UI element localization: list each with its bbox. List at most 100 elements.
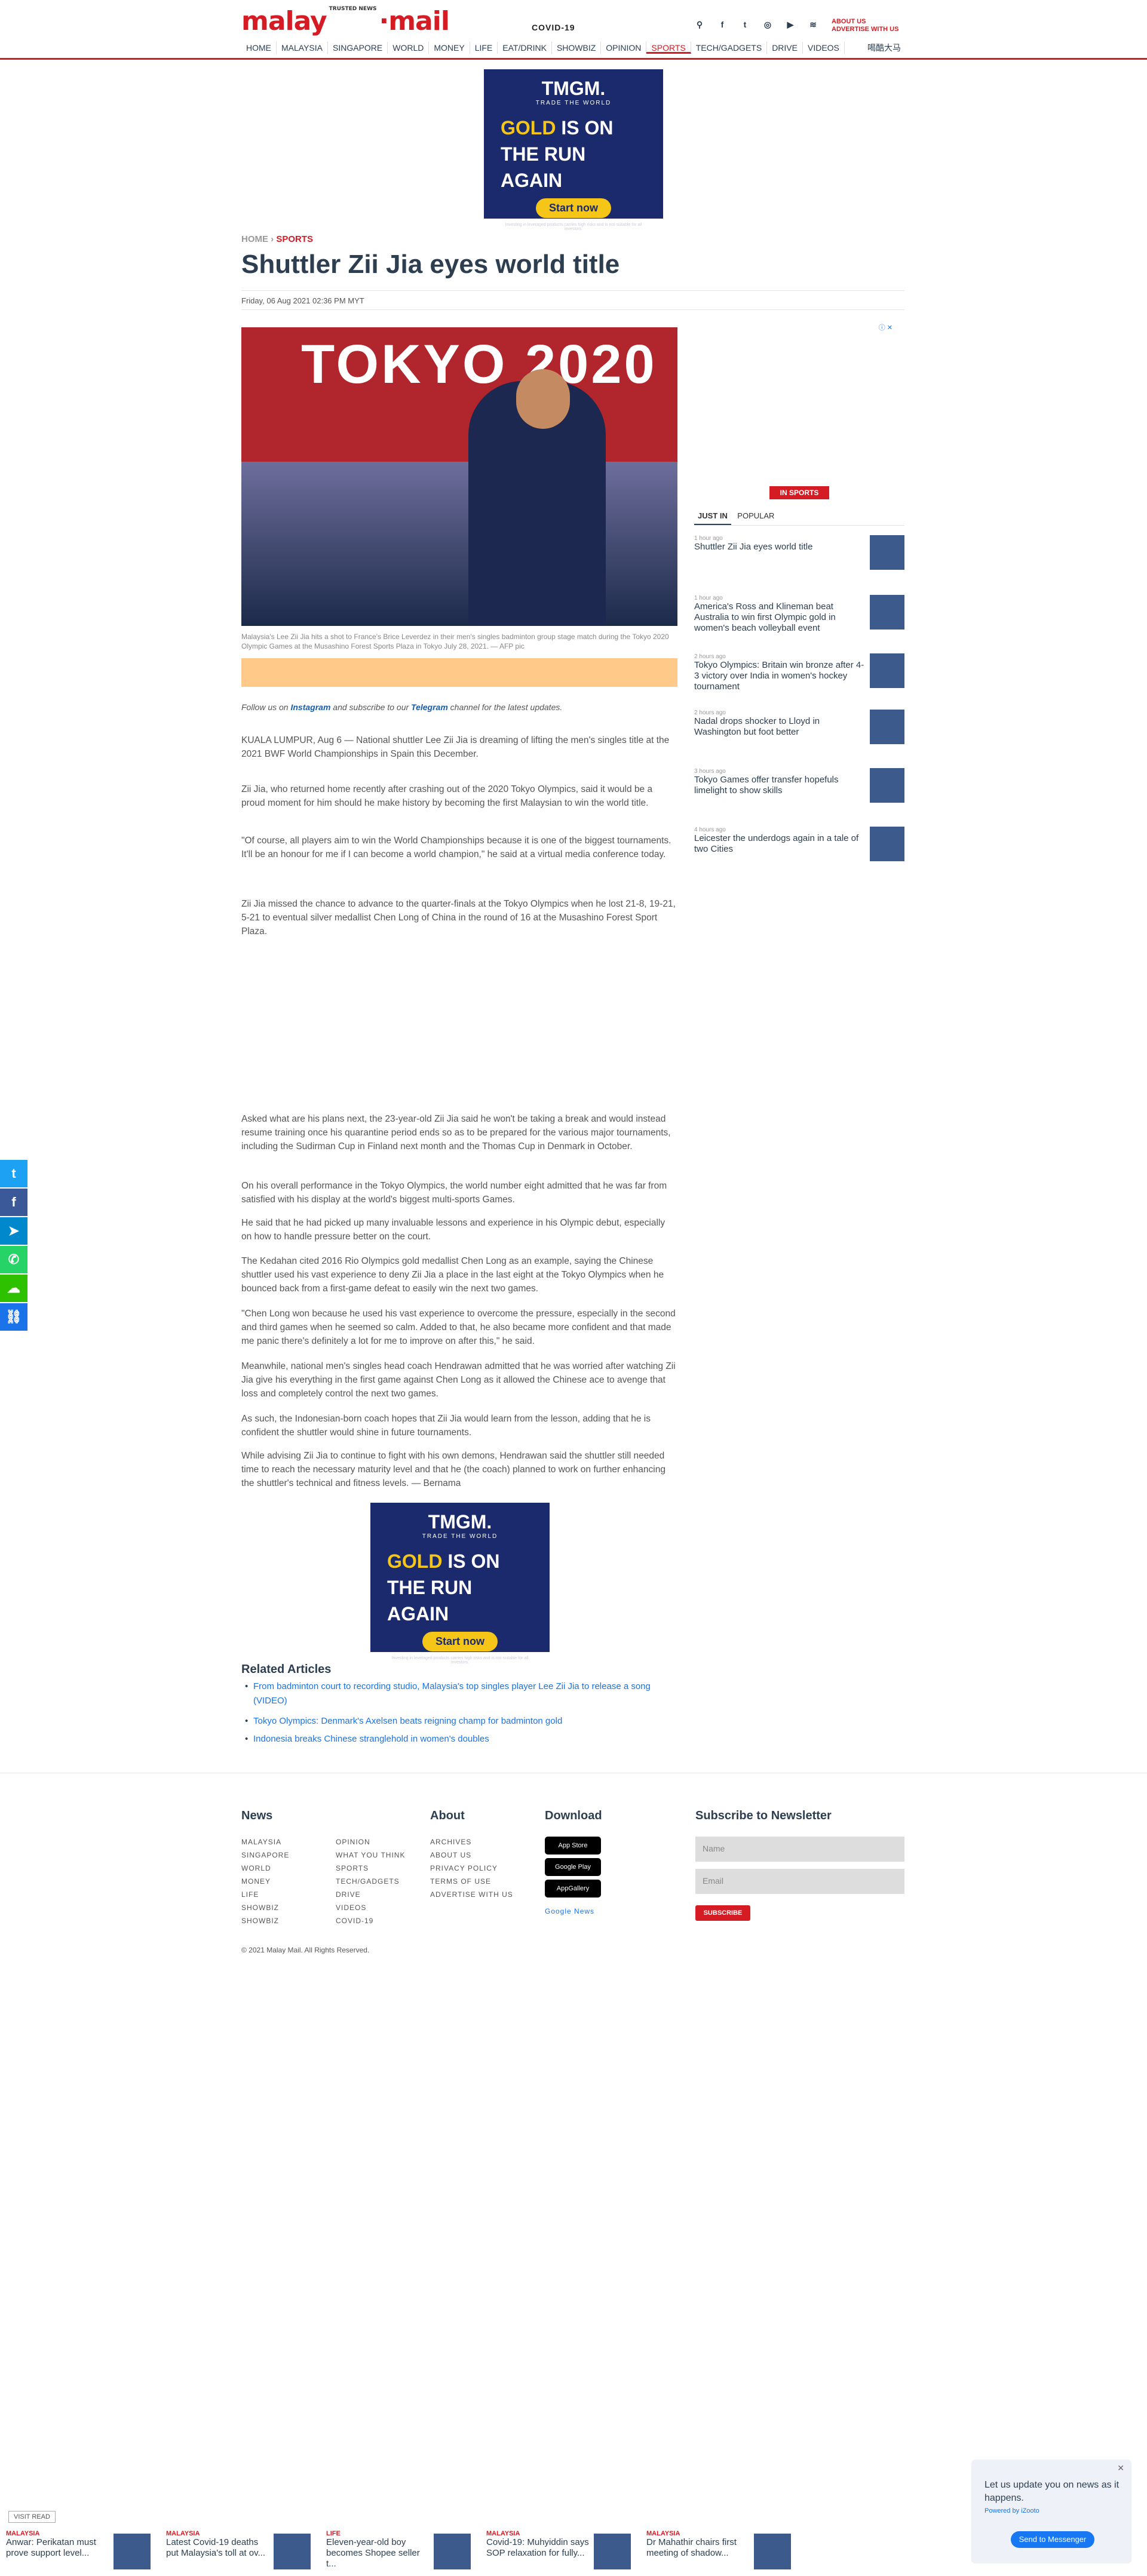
footer-link-life[interactable]: LIFE (241, 1890, 259, 1899)
nav-world[interactable]: WORLD (388, 42, 430, 54)
covid-link[interactable]: COVID-19 (532, 23, 575, 32)
news-headline[interactable]: Shuttler Zii Jia eyes world title (694, 542, 864, 552)
top-ad-banner[interactable]: TMGM. TRADE THE WORLD GOLD IS ON THE RUN A… (484, 69, 663, 231)
tab-popular[interactable]: POPULAR (734, 508, 778, 524)
footer-link-tech-gadgets[interactable]: TECH/GADGETS (336, 1877, 400, 1886)
share-twitter-icon[interactable]: t (0, 1160, 27, 1187)
powered-by-link[interactable]: Powered by iZooto (985, 2507, 1039, 2514)
share-link-icon[interactable]: ⛓ (0, 1303, 27, 1331)
sidebar-news-item[interactable]: 1 hour ago America's Ross and Klineman b… (694, 595, 904, 634)
nav-sports[interactable]: SPORTS (646, 42, 691, 54)
related-article-link[interactable]: From badminton court to recording studio… (245, 1680, 671, 1708)
bottom-news-headline[interactable]: Covid-19: Muhyiddin says SOP relaxation … (486, 2537, 591, 2559)
news-thumbnail[interactable] (870, 710, 904, 744)
ad-choices-icon[interactable]: ⓘ ✕ (879, 323, 893, 332)
newsletter-email-input[interactable]: Email (695, 1869, 904, 1894)
app-store-badge[interactable]: App Store (545, 1837, 601, 1855)
related-article-link[interactable]: Indonesia breaks Chinese stranglehold in… (245, 1732, 671, 1746)
search-icon[interactable]: ⚲ (694, 19, 705, 30)
news-thumbnail[interactable] (870, 535, 904, 570)
footer-link-money[interactable]: MONEY (241, 1877, 271, 1886)
bottom-news-item[interactable]: MALAYSIA Covid-19: Muhyiddin says SOP re… (486, 2530, 631, 2572)
footer-link-terms-of-use[interactable]: TERMS OF USE (430, 1877, 491, 1886)
footer-link-about-us[interactable]: ABOUT US (430, 1851, 471, 1859)
news-headline[interactable]: Leicester the underdogs again in a tale … (694, 833, 864, 855)
nav-eat-drink[interactable]: EAT/DRINK (498, 42, 552, 54)
google-news-link[interactable]: Google News (545, 1907, 594, 1915)
bottom-news-headline[interactable]: Latest Covid-19 deaths put Malaysia's to… (166, 2537, 271, 2559)
telegram-link[interactable]: Telegram (411, 702, 448, 712)
nav-drive[interactable]: DRIVE (767, 42, 803, 54)
sidebar-news-item[interactable]: 2 hours ago Nadal drops shocker to Lloyd… (694, 710, 904, 747)
bottom-news-headline[interactable]: Eleven-year-old boy becomes Shopee selle… (326, 2537, 431, 2569)
footer-link-advertise[interactable]: ADVERTISE WITH US (430, 1890, 513, 1899)
news-thumbnail[interactable] (870, 595, 904, 630)
footer-link-drive[interactable]: DRIVE (336, 1890, 361, 1899)
footer-link-singapore[interactable]: SINGAPORE (241, 1851, 289, 1859)
nav-malaysia[interactable]: MALAYSIA (277, 42, 328, 54)
bottom-news-item[interactable]: MALAYSIA Anwar: Perikatan must prove sup… (6, 2530, 151, 2572)
nav-home[interactable]: HOME (241, 42, 277, 54)
breadcrumb-home[interactable]: HOME (241, 234, 268, 244)
news-thumbnail[interactable] (870, 653, 904, 688)
twitter-icon[interactable]: t (740, 19, 750, 30)
google-play-badge[interactable]: Google Play (545, 1858, 601, 1876)
tab-just-in[interactable]: JUST IN (694, 508, 731, 525)
in-article-ad-banner[interactable]: TMGM. TRADE THE WORLD GOLD IS ON THE RUN A… (370, 1503, 550, 1665)
bottom-news-headline[interactable]: Anwar: Perikatan must prove support leve… (6, 2537, 111, 2559)
bottom-news-item[interactable]: LIFE Eleven-year-old boy becomes Shopee … (326, 2530, 471, 2572)
footer-link-sports[interactable]: SPORTS (336, 1864, 369, 1872)
visit-read-button[interactable]: VISIT READ (8, 2511, 56, 2523)
ad-cta-button[interactable]: Start now (422, 1632, 498, 1651)
nav-singapore[interactable]: SINGAPORE (328, 42, 388, 54)
footer-link-malaysia[interactable]: MALAYSIA (241, 1838, 281, 1846)
site-logo[interactable]: malay TRUSTED NEWS·mail (241, 6, 450, 36)
sidebar-news-item[interactable]: 3 hours ago Tokyo Games offer transfer h… (694, 768, 904, 805)
news-thumbnail[interactable] (870, 827, 904, 861)
instagram-icon[interactable]: ◎ (762, 19, 773, 30)
advertise-link[interactable]: ADVERTISE WITH US (832, 26, 898, 33)
nav-tech-gadgets[interactable]: TECH/GADGETS (691, 42, 768, 54)
footer-link-world[interactable]: WORLD (241, 1864, 271, 1872)
news-thumbnail[interactable] (870, 768, 904, 803)
rss-icon[interactable]: ≋ (808, 19, 818, 30)
news-headline[interactable]: Tokyo Olympics: Britain win bronze after… (694, 660, 864, 692)
subscribe-button[interactable]: SUBSCRIBE (695, 1905, 750, 1921)
share-whatsapp-icon[interactable]: ✆ (0, 1246, 27, 1273)
close-icon[interactable]: ✕ (1117, 2463, 1124, 2473)
news-headline[interactable]: America's Ross and Klineman beat Austral… (694, 601, 864, 634)
newsletter-name-input[interactable]: Name (695, 1837, 904, 1862)
share-wechat-icon[interactable]: ☁ (0, 1275, 27, 1302)
bottom-news-item[interactable]: MALAYSIA Latest Covid-19 deaths put Mala… (166, 2530, 311, 2572)
nav-videos[interactable]: VIDEOS (803, 42, 845, 54)
nav-showbiz[interactable]: SHOWBIZ (552, 42, 602, 54)
related-article-link[interactable]: Tokyo Olympics: Denmark's Axelsen beats … (245, 1714, 671, 1728)
send-to-messenger-button[interactable]: Send to Messenger (1011, 2531, 1094, 2548)
bottom-news-thumbnail[interactable] (434, 2534, 471, 2569)
bottom-news-thumbnail[interactable] (274, 2534, 311, 2569)
sidebar-news-item[interactable]: 1 hour ago Shuttler Zii Jia eyes world t… (694, 535, 904, 572)
sidebar-news-item[interactable]: 2 hours ago Tokyo Olympics: Britain win … (694, 653, 904, 692)
share-telegram-icon[interactable]: ➤ (0, 1217, 27, 1245)
footer-link-videos[interactable]: VIDEOS (336, 1903, 366, 1912)
bottom-news-headline[interactable]: Dr Mahathir chairs first meeting of shad… (646, 2537, 751, 2559)
footer-link-archives[interactable]: ARCHIVES (430, 1838, 471, 1846)
footer-link-covid-19[interactable]: COVID-19 (336, 1917, 373, 1925)
footer-link-showbiz[interactable]: SHOWBIZ (241, 1917, 279, 1925)
nav-chinese-edition[interactable]: 喝酷大马 (867, 42, 901, 54)
footer-link-what-you-think[interactable]: WHAT YOU THINK (336, 1851, 405, 1859)
facebook-icon[interactable]: f (717, 19, 728, 30)
bottom-news-thumbnail[interactable] (754, 2534, 791, 2569)
instagram-link[interactable]: Instagram (290, 702, 330, 712)
inline-ad-bar[interactable] (241, 658, 677, 687)
ad-cta-button[interactable]: Start now (535, 198, 611, 218)
news-headline[interactable]: Tokyo Games offer transfer hopefuls lime… (694, 775, 864, 796)
sidebar-ad-slot[interactable]: ⓘ ✕ (694, 323, 893, 490)
breadcrumb-sports[interactable]: SPORTS (276, 234, 313, 244)
footer-link-privacy-policy[interactable]: PRIVACY POLICY (430, 1864, 498, 1872)
footer-link-opinion[interactable]: OPINION (336, 1838, 370, 1846)
footer-link-showbiz[interactable]: SHOWBIZ (241, 1903, 279, 1912)
news-headline[interactable]: Nadal drops shocker to Lloyd in Washingt… (694, 716, 864, 738)
bottom-news-item[interactable]: MALAYSIA Dr Mahathir chairs first meetin… (646, 2530, 791, 2572)
bottom-news-thumbnail[interactable] (114, 2534, 151, 2569)
